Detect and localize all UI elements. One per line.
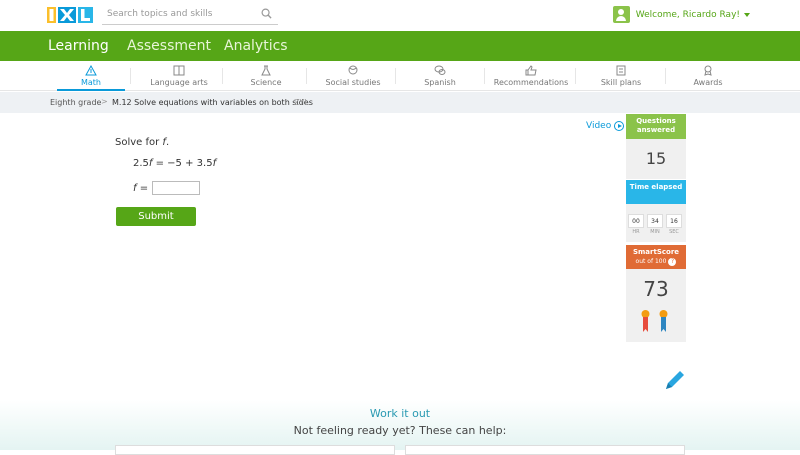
submit-button[interactable]: Submit: [116, 207, 196, 226]
divider: [130, 68, 131, 84]
smartscore-header: SmartScore out of 100 ?: [626, 245, 686, 269]
thumbs-up-icon: [525, 65, 537, 76]
breadcrumb-skill: M.12 Solve equations with variables on b…: [112, 98, 313, 107]
video-button[interactable]: Video: [586, 121, 625, 131]
subject-math[interactable]: Math: [51, 65, 131, 91]
divider: [665, 68, 666, 84]
subject-science[interactable]: Science: [226, 65, 306, 87]
not-ready-text: Not feeling ready yet? These can help:: [293, 424, 507, 437]
ixl-logo[interactable]: [47, 5, 95, 25]
skill-code: ZYL: [294, 98, 309, 107]
tab-learning[interactable]: Learning: [48, 38, 109, 54]
smartscore-sub: out of 100 ?: [626, 257, 686, 266]
divider: [484, 68, 485, 84]
welcome-text: Welcome, Ricardo Ray!: [635, 9, 740, 20]
avatar: [612, 6, 630, 23]
help-icon[interactable]: ?: [668, 257, 677, 266]
search-icon[interactable]: [261, 8, 272, 19]
smartscore-label: SmartScore: [632, 248, 680, 256]
flask-icon: [261, 65, 271, 76]
user-menu[interactable]: Welcome, Ricardo Ray!: [612, 6, 750, 23]
equation-var: f: [212, 158, 217, 169]
time-unit-sec: SEC: [669, 229, 679, 235]
breadcrumb-separator: >: [101, 97, 108, 106]
questions-answered-header: Questions answered: [626, 114, 686, 139]
subject-bar: Math Language arts Science Social studie…: [0, 61, 800, 91]
blue-ribbon-icon: [659, 310, 668, 332]
ixl-logo-icon: [47, 7, 93, 23]
help-card[interactable]: [405, 445, 685, 455]
time-elapsed-header: Time elapsed: [626, 180, 686, 204]
equation-lhs: 2.5: [133, 158, 149, 169]
divider: [306, 68, 307, 84]
help-card[interactable]: [115, 445, 395, 455]
main-nav: Learning Assessment Analytics: [0, 31, 800, 61]
breadcrumb: Eighth grade > M.12 Solve equations with…: [0, 92, 800, 113]
globe-icon: [348, 65, 358, 75]
time-minutes: 34: [647, 214, 663, 228]
speech-icon: [434, 65, 446, 75]
time-hours: 00: [628, 214, 644, 228]
time-unit-min: MIN: [650, 229, 660, 235]
orange-ribbon-icon: [641, 310, 650, 332]
play-icon: [614, 121, 625, 131]
search-placeholder: Search topics and skills: [107, 9, 213, 19]
plan-icon: [616, 65, 626, 76]
subject-label: Science: [250, 78, 282, 87]
answer-label: f =: [133, 183, 148, 194]
subject-skill-plans[interactable]: Skill plans: [581, 65, 661, 87]
subject-label: Skill plans: [600, 78, 642, 87]
subject-label: Spanish: [424, 78, 456, 87]
equation: 2.5f = −5 + 3.5f: [133, 158, 216, 169]
time-seconds: 16: [666, 214, 682, 228]
subject-label: Math: [80, 78, 101, 87]
questions-answered-value: 15: [626, 139, 686, 179]
time-unit-hr: HR: [632, 229, 640, 235]
divider: [395, 68, 396, 84]
prompt-period: .: [165, 137, 170, 148]
tab-analytics[interactable]: Analytics: [224, 38, 288, 54]
awards-icon: [704, 65, 712, 76]
smartscore-sub-text: out of 100: [635, 258, 667, 265]
video-label: Video: [586, 121, 612, 131]
subject-awards[interactable]: Awards: [668, 65, 748, 87]
top-bar: Search topics and skills Welcome, Ricard…: [0, 0, 800, 31]
pencil-icon[interactable]: [663, 368, 687, 392]
breadcrumb-grade[interactable]: Eighth grade: [50, 98, 101, 107]
subject-label: Social studies: [325, 78, 381, 87]
chevron-down-icon[interactable]: [744, 12, 750, 17]
work-it-out-heading: Work it out: [369, 407, 431, 420]
subject-label: Language arts: [150, 78, 208, 87]
subject-label: Recommendations: [493, 78, 569, 87]
smartscore-value: 73: [643, 277, 669, 301]
search-input[interactable]: Search topics and skills: [102, 5, 278, 25]
subject-social-studies[interactable]: Social studies: [313, 65, 393, 87]
math-icon: [85, 65, 97, 76]
smartscore-box: 73: [626, 269, 686, 342]
time-elapsed-box: 00 34 16 HR MIN SEC: [626, 204, 686, 242]
subject-spanish[interactable]: Spanish: [400, 65, 480, 87]
answer-input[interactable]: [152, 181, 200, 195]
question-prompt: Solve for f.: [115, 137, 169, 148]
equation-rhs: = −5 + 3.5: [152, 158, 213, 169]
answer-equals: =: [136, 183, 149, 194]
book-icon: [173, 65, 185, 76]
subject-language-arts[interactable]: Language arts: [139, 65, 219, 87]
subject-label: Awards: [693, 78, 723, 87]
tab-assessment[interactable]: Assessment: [127, 38, 211, 54]
divider: [575, 68, 576, 84]
subject-recommendations[interactable]: Recommendations: [491, 65, 571, 87]
prompt-text: Solve for: [115, 137, 163, 148]
divider: [222, 68, 223, 84]
